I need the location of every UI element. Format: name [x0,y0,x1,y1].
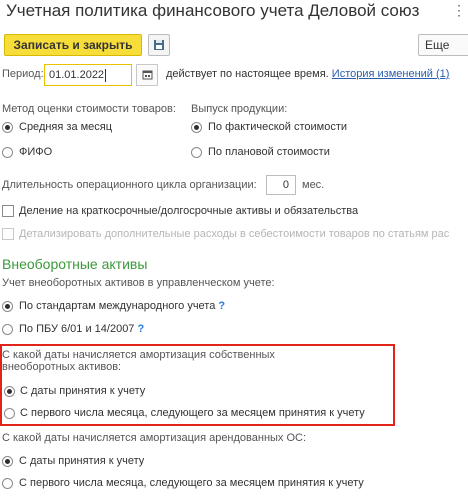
period-status: действует по настоящее время. [166,68,329,80]
production-actual-radio[interactable] [191,122,202,133]
period-date-value: 01.01.2022 [49,69,105,81]
production-label: Выпуск продукции: [191,103,288,115]
history-link[interactable]: История изменений (1) [332,68,450,80]
cycle-label: Длительность операционного цикла организ… [2,179,257,191]
more-vertical-icon[interactable]: ⋮ [452,2,466,19]
calendar-button[interactable] [136,64,158,86]
lease-next-month-radio[interactable] [2,478,13,489]
mgmt-ifrs-row: По стандартам международного учета ? [19,300,225,312]
mgmt-pbu-radio[interactable] [2,324,13,335]
lease-next-month-label[interactable]: С первого числа месяца, следующего за ме… [19,477,364,489]
own-next-month-label[interactable]: С первого числа месяца, следующего за ме… [20,407,365,419]
lease-from-date-label[interactable]: С даты принятия к учету [19,455,144,467]
own-depreciation-label: С какой даты начисляется амортизация соб… [2,349,275,373]
detail-costs-checkbox [2,228,14,240]
lease-depreciation-label: С какой даты начисляется амортизация аре… [2,432,307,444]
more-actions-label: Еще [425,38,450,52]
calendar-icon [142,70,153,80]
production-planned-radio[interactable] [191,147,202,158]
save-disk-icon [154,40,164,50]
valuation-average-label[interactable]: Средняя за месяц [19,121,112,133]
save-and-close-button[interactable]: Записать и закрыть [4,34,142,56]
period-label: Период: [2,68,44,80]
production-planned-label[interactable]: По плановой стоимости [208,146,330,158]
more-actions-button[interactable]: Еще [418,34,468,56]
period-status-text: действует по настоящее время. История из… [166,68,449,80]
own-from-date-radio[interactable] [4,386,15,397]
text-caret [105,68,107,82]
mgmt-pbu-label[interactable]: По ПБУ 6/01 и 14/2007 [19,323,134,335]
production-actual-label[interactable]: По фактической стоимости [208,121,347,133]
valuation-fifo-label[interactable]: ФИФО [19,146,52,158]
own-from-date-label[interactable]: С даты принятия к учету [20,385,145,397]
mgmt-pbu-row: По ПБУ 6/01 и 14/2007 ? [19,323,144,335]
help-icon[interactable]: ? [218,300,225,312]
own-depreciation-label-line1: С какой даты начисляется амортизация соб… [2,349,275,361]
detail-costs-label: Детализировать дополнительные расходы в … [19,228,450,240]
split-assets-checkbox[interactable] [2,205,14,217]
valuation-label: Метод оценки стоимости товаров: [2,103,176,115]
cycle-unit: мес. [302,179,325,191]
period-date-input[interactable]: 01.01.2022 [44,64,132,86]
mgmt-ifrs-radio[interactable] [2,301,13,312]
own-depreciation-label-line2: внеоборотных активов: [2,361,122,373]
lease-from-date-radio[interactable] [2,456,13,467]
split-assets-label[interactable]: Деление на краткосрочные/долгосрочные ак… [19,205,358,217]
section-title: Внеоборотные активы [2,256,148,272]
mgmt-accounting-label: Учет внеоборотных активов в управленческ… [2,277,275,289]
help-icon[interactable]: ? [138,323,145,335]
own-next-month-radio[interactable] [4,408,15,419]
cycle-input[interactable]: 0 [266,175,296,195]
valuation-average-radio[interactable] [2,122,13,133]
valuation-fifo-radio[interactable] [2,147,13,158]
mgmt-ifrs-label[interactable]: По стандартам международного учета [19,300,215,312]
window-title: Учетная политика финансового учета Делов… [6,1,420,20]
save-button[interactable] [148,34,170,56]
